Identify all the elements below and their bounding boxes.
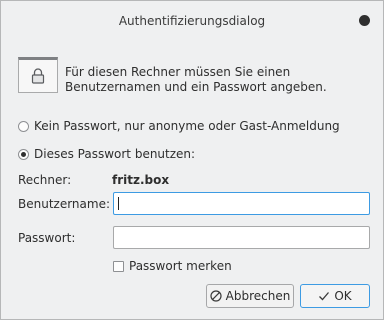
cancel-label: Abbrechen [225,289,291,303]
host-label: Rechner: [18,173,72,187]
remember-password-box[interactable] [113,260,124,272]
username-field[interactable] [113,192,370,215]
cancel-button[interactable]: Abbrechen [206,284,294,308]
password-label: Passwort: [18,231,76,245]
prompt-message: Für diesen Rechner müssen Sie einen Benu… [65,65,345,95]
host-value: fritz.box [112,173,170,187]
prompt-area: Für diesen Rechner müssen Sie einen Benu… [18,57,345,95]
radio-use-password-label[interactable]: Dieses Passwort benutzen: [34,147,195,161]
radio-anonymous[interactable]: Kein Passwort, nur anonyme oder Gast-Anm… [18,119,340,133]
radio-anonymous-label[interactable]: Kein Passwort, nur anonyme oder Gast-Anm… [34,119,340,133]
prompt-line-1: Für diesen Rechner müssen Sie einen [65,65,291,79]
remember-password-checkbox[interactable]: Passwort merken [113,259,232,273]
checkmark-icon [318,290,330,302]
radio-use-password-indicator[interactable] [18,148,29,160]
radio-anonymous-indicator[interactable] [18,120,29,132]
title-bar[interactable]: Authentifizierungsdialog [1,1,383,41]
ok-button[interactable]: OK [300,284,370,308]
cancel-circle-icon [210,290,222,302]
username-label: Benutzername: [18,197,111,211]
text-caret [118,197,119,210]
authentication-dialog: Authentifizierungsdialog Für diesen Rech… [0,0,384,320]
prompt-line-2: Benutzernamen und ein Passwort angeben. [65,80,327,94]
window-title: Authentifizierungsdialog [118,14,266,28]
ok-label: OK [334,289,352,303]
radio-use-password[interactable]: Dieses Passwort benutzen: [18,147,195,161]
password-field[interactable] [113,226,370,249]
lock-icon [18,57,58,93]
close-dot-icon[interactable] [359,15,370,26]
remember-password-label[interactable]: Passwort merken [129,259,232,273]
